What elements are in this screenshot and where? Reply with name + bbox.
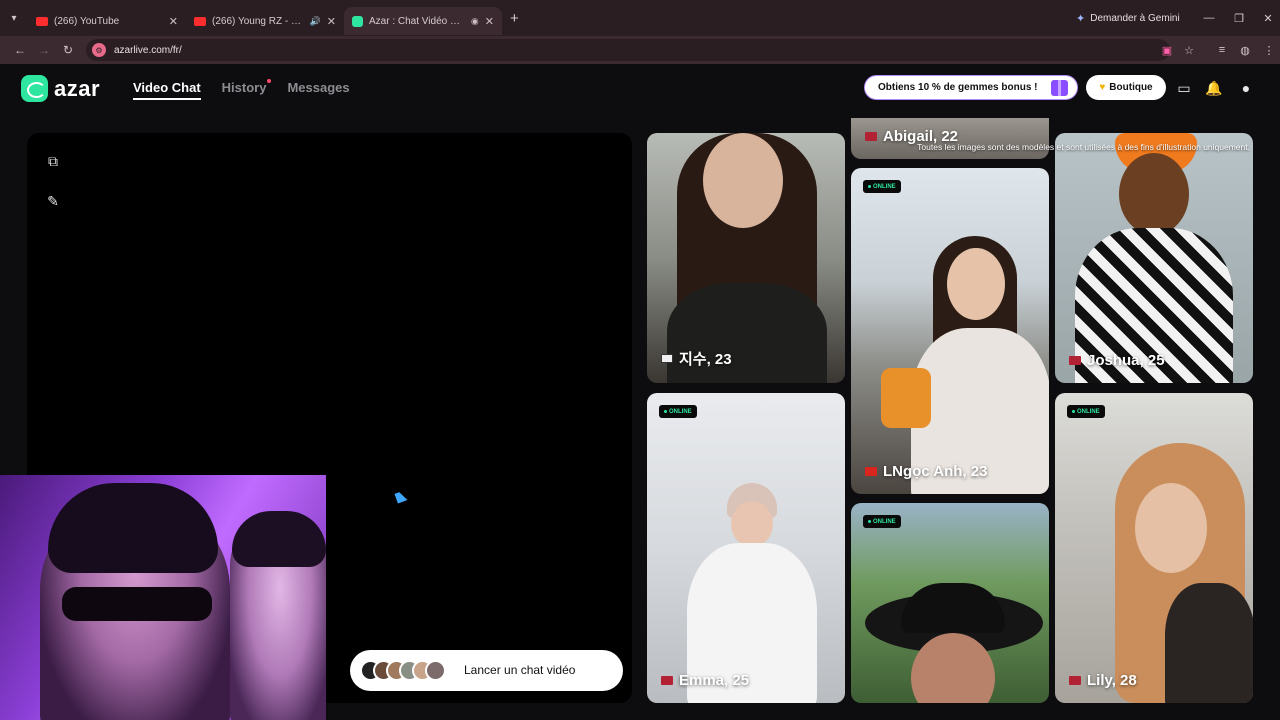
close-tab-icon[interactable]: ✕	[327, 15, 336, 28]
vietnam-flag-icon	[865, 467, 877, 476]
illustration-disclaimer: Toutes les images sont des modèles et so…	[917, 142, 1250, 152]
url-text: azarlive.com/fr/	[114, 44, 182, 56]
close-tab-icon[interactable]: ✕	[169, 15, 178, 28]
browser-tab-young-rz[interactable]: (266) Young RZ - Lamine Ya 🔊 ✕	[186, 7, 344, 35]
profile-name: LNgọc Anh, 23	[865, 463, 987, 480]
azar-favicon-icon	[352, 15, 363, 27]
browser-menu-icon[interactable]: ⋮	[1259, 36, 1279, 64]
profile-photo-face	[703, 133, 783, 228]
tab-search-chevron-icon[interactable]: ▾	[0, 0, 28, 36]
tab-title: Azar : Chat Vidéo avec de n	[369, 15, 465, 27]
profile-card[interactable]: 지수, 23	[647, 133, 845, 383]
profile-card[interactable]: ONLINE Lily, 28	[1055, 393, 1253, 703]
nav-video-chat[interactable]: Video Chat	[133, 80, 201, 100]
profile-card[interactable]: ONLINE LNgọc Anh, 23	[851, 168, 1049, 494]
browser-tab-azar[interactable]: Azar : Chat Vidéo avec de n ◉ ✕	[344, 7, 502, 35]
tab-title: (266) YouTube	[54, 15, 120, 27]
address-bar[interactable]: ⚙ azarlive.com/fr/	[86, 39, 1170, 61]
expand-window-icon[interactable]: ⧉	[45, 153, 61, 169]
shop-button[interactable]: ♥ Boutique	[1086, 75, 1166, 100]
korea-flag-icon	[661, 354, 673, 363]
profile-name-text: Emma, 25	[679, 672, 750, 689]
profile-photo-face	[947, 248, 1005, 320]
recording-icon: ◉	[470, 15, 479, 26]
maximize-window-icon[interactable]: ❐	[1224, 0, 1254, 36]
shop-label: Boutique	[1109, 82, 1153, 93]
profile-photo-face	[1119, 153, 1189, 235]
browser-tab-youtube[interactable]: (266) YouTube ✕	[28, 7, 186, 35]
ask-gemini-button[interactable]: ✦ Demander à Gemini	[1076, 9, 1180, 27]
profile-card[interactable]: ONLINE	[851, 503, 1049, 703]
notification-dot	[267, 79, 272, 83]
profile-card[interactable]: ONLINE Emma, 25	[647, 393, 845, 703]
profile-name-text: Joshua, 25	[1087, 352, 1165, 369]
profile-icon[interactable]: ◍	[1235, 36, 1255, 64]
forward-arrow-icon[interactable]: →	[32, 43, 56, 57]
bell-icon[interactable]: 🔔	[1204, 78, 1224, 98]
site-info-icon[interactable]: ⚙	[92, 43, 106, 57]
avatar	[425, 660, 446, 681]
azar-logo[interactable]: azar	[21, 75, 100, 102]
gemini-label: Demander à Gemini	[1090, 12, 1180, 24]
start-video-chat-button[interactable]: Lancer un chat vidéo	[350, 650, 623, 691]
nav-history-label: History	[221, 80, 267, 95]
online-badge: ONLINE	[659, 405, 697, 418]
logo-text: azar	[54, 75, 101, 101]
speaker-icon[interactable]: 🔊	[310, 16, 321, 27]
us-flag-icon	[661, 676, 673, 685]
profile-card[interactable]: Joshua, 25	[1055, 133, 1253, 383]
self-camera-hair	[48, 483, 218, 573]
sunglasses	[62, 587, 212, 621]
media-controls-icon[interactable]: ≡	[1212, 36, 1232, 64]
youtube-favicon-icon	[194, 16, 206, 26]
nav-history[interactable]: History	[221, 79, 272, 95]
self-camera-hair	[232, 511, 326, 567]
azar-logo-mark-icon	[21, 75, 48, 102]
profile-photo-body	[1165, 583, 1253, 703]
us-flag-icon	[865, 132, 877, 141]
self-camera-preview	[0, 475, 326, 720]
bookmark-star-icon[interactable]: ☆	[1179, 36, 1199, 64]
gemini-sparkle-icon: ✦	[1076, 12, 1086, 25]
launch-label: Lancer un chat vidéo	[464, 663, 576, 677]
drink-glass	[881, 368, 931, 428]
app-header: azar Video Chat History Messages Obtiens…	[0, 64, 1280, 114]
new-tab-button[interactable]: +	[510, 10, 519, 27]
main-nav: Video Chat History Messages	[133, 79, 350, 100]
online-badge: ONLINE	[863, 180, 901, 193]
nav-messages[interactable]: Messages	[287, 80, 349, 95]
profile-name: Lily, 28	[1069, 672, 1137, 689]
profile-name-text: 지수, 23	[679, 351, 732, 368]
close-tab-icon[interactable]: ✕	[485, 15, 494, 28]
magic-wand-filter-icon[interactable]: ✎	[45, 193, 61, 209]
profile-name: 지수, 23	[661, 348, 732, 369]
promo-label: Obtiens 10 % de gemmes bonus !	[878, 82, 1038, 93]
inbox-icon[interactable]: ▭	[1174, 78, 1194, 98]
browser-address-row: ← → ↻ ⚙ azarlive.com/fr/	[0, 36, 1280, 64]
gem-icon: ♥	[1099, 82, 1106, 93]
profile-name-text: Lily, 28	[1087, 672, 1137, 689]
browser-tab-bar: ▾ (266) YouTube ✕ (266) Young RZ - Lamin…	[0, 0, 1280, 36]
reload-icon[interactable]: ↻	[56, 43, 80, 57]
online-badge: ONLINE	[1067, 405, 1105, 418]
user-avatar-icon[interactable]: ●	[1236, 78, 1256, 98]
youtube-favicon-icon	[36, 16, 48, 26]
screen-share-icon[interactable]: ▣	[1157, 36, 1177, 64]
profile-photo-face	[1135, 483, 1207, 573]
profile-photo-face	[731, 501, 773, 547]
profile-name-text: LNgọc Anh, 23	[883, 463, 988, 480]
gift-icon	[1051, 80, 1068, 96]
profile-card[interactable]: Abigail, 22	[851, 118, 1049, 159]
profile-name: Joshua, 25	[1069, 352, 1165, 369]
back-arrow-icon[interactable]: ←	[8, 43, 32, 57]
us-flag-icon	[1069, 676, 1081, 685]
bonus-gems-promo-button[interactable]: Obtiens 10 % de gemmes bonus !	[864, 75, 1078, 100]
close-window-icon[interactable]: ✕	[1253, 0, 1280, 36]
tab-title: (266) Young RZ - Lamine Ya	[212, 15, 304, 27]
us-flag-icon	[1069, 356, 1081, 365]
minimize-window-icon[interactable]: —	[1194, 0, 1224, 36]
online-badge: ONLINE	[863, 515, 901, 528]
avatar-stack	[360, 660, 446, 681]
profile-name: Emma, 25	[661, 672, 749, 689]
